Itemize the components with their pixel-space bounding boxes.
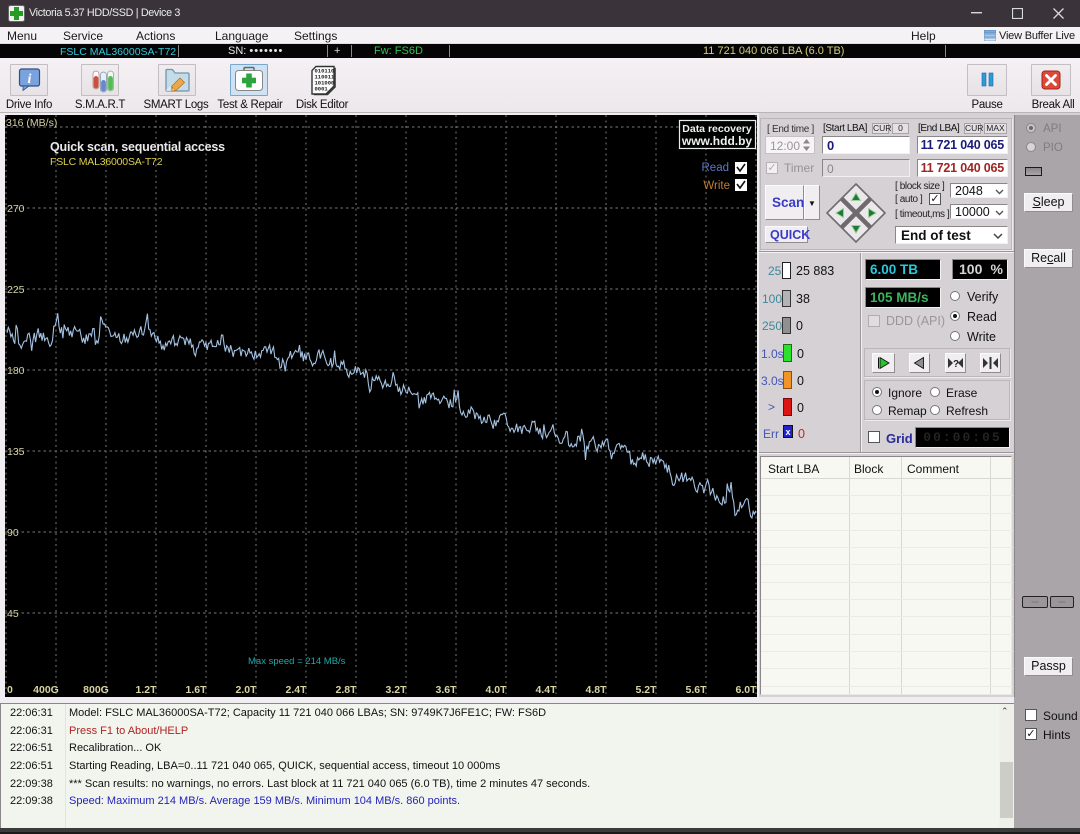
svg-text:2.4T: 2.4T [285,684,307,696]
svg-text:0001: 0001 [315,86,329,93]
svg-text:Write: Write [703,180,730,192]
svg-text:225: 225 [7,284,25,296]
svg-text:45: 45 [7,608,19,620]
svg-text:1.6T: 1.6T [185,684,207,696]
svg-text:www.hdd.by: www.hdd.by [681,134,753,148]
svg-text:5.2T: 5.2T [635,684,657,696]
svg-text:0: 0 [7,684,13,696]
svg-text:270: 270 [7,203,25,215]
svg-text:135: 135 [7,446,25,458]
svg-text:?: ? [953,359,959,370]
svg-text:800G: 800G [83,684,109,696]
svg-text:1.2T: 1.2T [135,684,157,696]
svg-text:316 (MB/s): 316 (MB/s) [6,117,57,129]
svg-text:Quick scan, sequential access: Quick scan, sequential access [50,140,225,154]
svg-text:180: 180 [7,365,25,377]
svg-text:2.8T: 2.8T [335,684,357,696]
svg-text:3.2T: 3.2T [385,684,407,696]
svg-text:Max speed = 214 MB/s: Max speed = 214 MB/s [248,656,346,667]
svg-text:6.0T: 6.0T [735,684,757,696]
svg-text:FSLC MAL36000SA-T72: FSLC MAL36000SA-T72 [50,156,163,168]
svg-text:4.4T: 4.4T [535,684,557,696]
svg-text:400G: 400G [33,684,59,696]
svg-text:90: 90 [7,527,19,539]
svg-text:i: i [28,72,32,87]
svg-text:3.6T: 3.6T [435,684,457,696]
svg-text:4.8T: 4.8T [585,684,607,696]
svg-text:5.6T: 5.6T [685,684,707,696]
svg-text:4.0T: 4.0T [485,684,507,696]
svg-text:2.0T: 2.0T [235,684,257,696]
svg-text:Read: Read [702,162,730,174]
